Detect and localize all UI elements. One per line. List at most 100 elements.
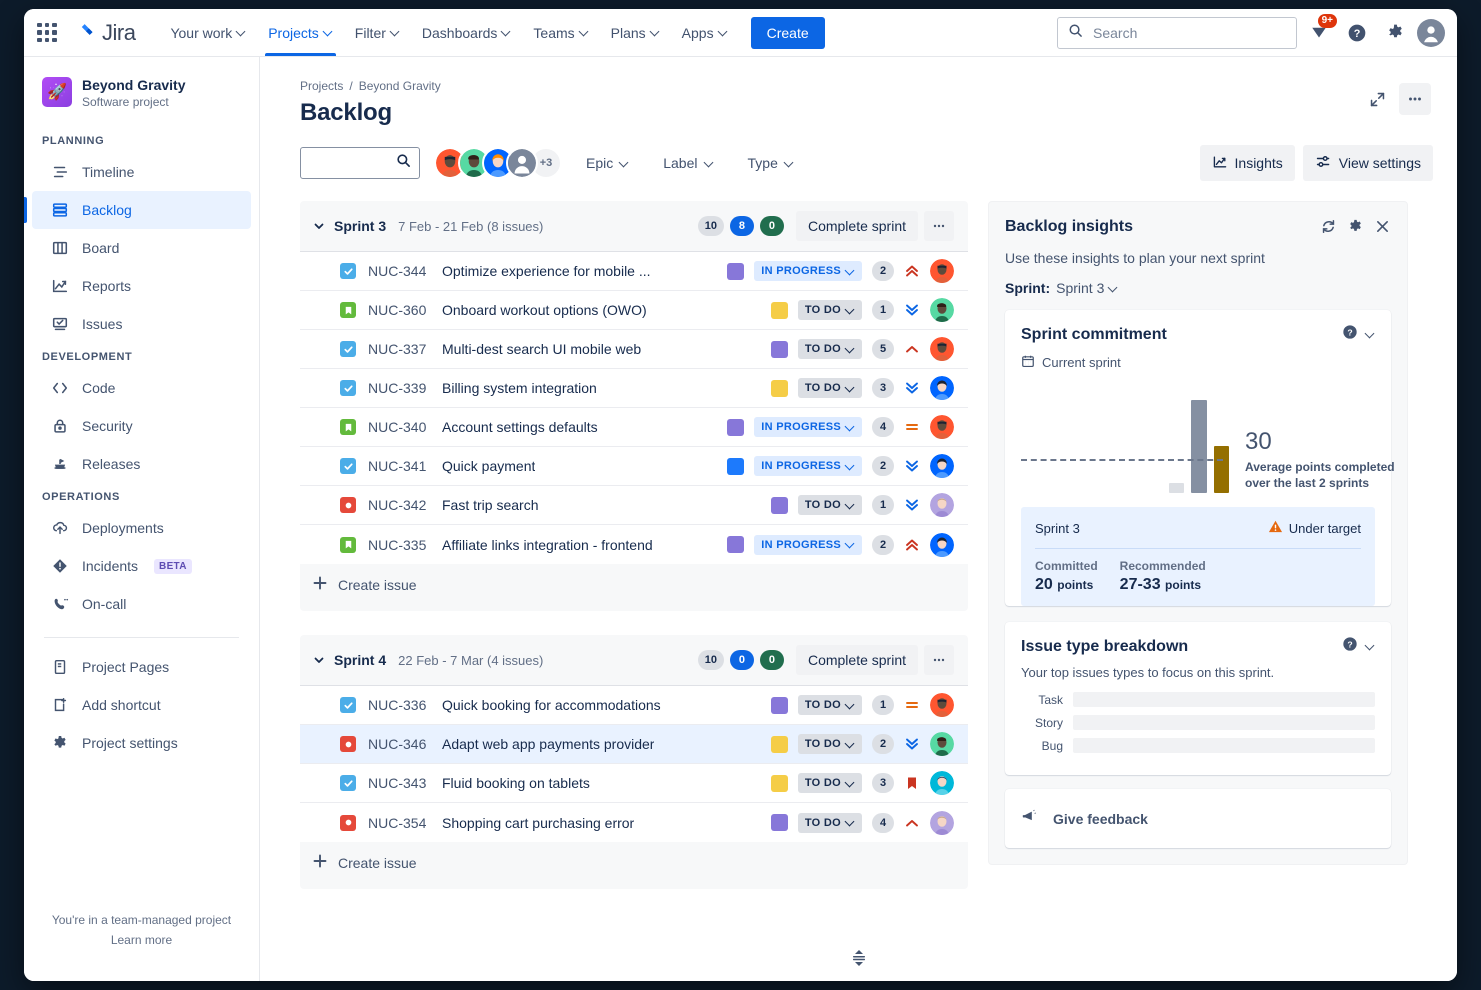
chevron-down-icon[interactable] <box>312 653 326 667</box>
issue-summary[interactable]: Quick payment <box>442 458 535 474</box>
story-points[interactable]: 4 <box>872 813 894 833</box>
sidebar-item-backlog[interactable]: Backlog <box>32 191 251 229</box>
table-row[interactable]: NUC-343 Fluid booking on tablets TO DO 3 <box>300 764 968 803</box>
backlog-search[interactable] <box>300 147 420 179</box>
help-icon[interactable]: ? <box>1342 324 1358 345</box>
issue-key[interactable]: NUC-340 <box>368 419 442 435</box>
issue-key[interactable]: NUC-346 <box>368 736 442 752</box>
epic-chip[interactable] <box>771 697 788 714</box>
status-badge[interactable]: IN PROGRESS <box>754 417 862 437</box>
insights-button[interactable]: Insights <box>1200 145 1295 181</box>
table-row[interactable]: NUC-337 Multi-dest search UI mobile web … <box>300 330 968 369</box>
issue-key[interactable]: NUC-343 <box>368 775 442 791</box>
issue-key[interactable]: NUC-336 <box>368 697 442 713</box>
status-badge[interactable]: TO DO <box>798 734 862 754</box>
breadcrumb-projects[interactable]: Projects <box>300 79 343 93</box>
nav-teams[interactable]: Teams <box>522 9 599 56</box>
status-badge[interactable]: IN PROGRESS <box>754 456 862 476</box>
nav-your-work[interactable]: Your work <box>159 9 257 56</box>
sidebar-item-releases[interactable]: Releases <box>32 445 251 483</box>
issue-summary[interactable]: Quick booking for accommodations <box>442 697 661 713</box>
create-issue-button[interactable]: Create issue <box>300 564 968 605</box>
sidebar-item-oncall[interactable]: On-call <box>32 585 251 623</box>
epic-chip[interactable] <box>771 341 788 358</box>
sidebar-item-timeline[interactable]: Timeline <box>32 153 251 191</box>
sprint-selector-value-group[interactable]: Sprint 3 <box>1056 280 1118 296</box>
story-points[interactable]: 2 <box>872 535 894 555</box>
issue-key[interactable]: NUC-341 <box>368 458 442 474</box>
issue-summary[interactable]: Fluid booking on tablets <box>442 775 590 791</box>
count-inprogress[interactable]: 8 <box>730 216 754 236</box>
table-row[interactable]: NUC-360 Onboard workout options (OWO) TO… <box>300 291 968 330</box>
epic-chip[interactable] <box>771 380 788 397</box>
chevron-down-icon[interactable] <box>1366 641 1375 650</box>
search-input[interactable] <box>1091 24 1286 42</box>
complete-sprint-button[interactable]: Complete sprint <box>796 211 918 241</box>
learn-more-link[interactable]: Learn more <box>24 933 259 947</box>
avatar[interactable] <box>930 376 954 400</box>
nav-filter[interactable]: Filter <box>344 9 411 56</box>
sidebar-item-project-pages[interactable]: Project Pages <box>32 648 251 686</box>
avatar[interactable] <box>930 693 954 717</box>
chevron-down-icon[interactable] <box>312 219 326 233</box>
story-points[interactable]: 5 <box>872 339 894 359</box>
filter-epic[interactable]: Epic <box>576 149 639 177</box>
table-row[interactable]: NUC-336 Quick booking for accommodations… <box>300 686 968 725</box>
issue-summary[interactable]: Shopping cart purchasing error <box>442 815 634 831</box>
status-badge[interactable]: TO DO <box>798 339 862 359</box>
table-row[interactable]: NUC-340 Account settings defaults IN PRO… <box>300 408 968 447</box>
epic-chip[interactable] <box>771 775 788 792</box>
help-button[interactable]: ? <box>1341 17 1373 49</box>
issue-key[interactable]: NUC-339 <box>368 380 442 396</box>
breadcrumb-project[interactable]: Beyond Gravity <box>359 79 441 93</box>
epic-chip[interactable] <box>727 419 744 436</box>
epic-chip[interactable] <box>727 263 744 280</box>
sidebar-item-code[interactable]: Code <box>32 369 251 407</box>
user-avatar[interactable] <box>1417 19 1445 47</box>
status-badge[interactable]: IN PROGRESS <box>754 535 862 555</box>
sidebar-item-incidents[interactable]: Incidents BETA <box>32 547 251 585</box>
sidebar-item-reports[interactable]: Reports <box>32 267 251 305</box>
table-row[interactable]: NUC-344 Optimize experience for mobile .… <box>300 252 968 291</box>
create-button[interactable]: Create <box>751 17 825 49</box>
status-badge[interactable]: IN PROGRESS <box>754 261 862 281</box>
nav-projects[interactable]: Projects <box>257 9 344 56</box>
settings-gear-icon[interactable] <box>1379 17 1411 49</box>
story-points[interactable]: 1 <box>872 495 894 515</box>
issue-key[interactable]: NUC-337 <box>368 341 442 357</box>
status-badge[interactable]: TO DO <box>798 695 862 715</box>
avatar[interactable] <box>506 147 538 179</box>
table-row[interactable]: NUC-346 Adapt web app payments provider … <box>300 725 968 764</box>
avatar[interactable] <box>930 771 954 795</box>
table-row[interactable]: NUC-341 Quick payment IN PROGRESS 2 <box>300 447 968 486</box>
sprint-more-actions-icon[interactable] <box>924 211 954 241</box>
issue-key[interactable]: NUC-354 <box>368 815 442 831</box>
issue-summary[interactable]: Fast trip search <box>442 497 538 513</box>
close-icon[interactable] <box>1374 218 1391 240</box>
give-feedback-button[interactable]: Give feedback <box>1005 789 1391 848</box>
status-badge[interactable]: TO DO <box>798 378 862 398</box>
sidebar-item-issues[interactable]: Issues <box>32 305 251 343</box>
nav-apps[interactable]: Apps <box>671 9 739 56</box>
epic-chip[interactable] <box>771 302 788 319</box>
epic-chip[interactable] <box>771 814 788 831</box>
sprint-more-actions-icon[interactable] <box>924 645 954 675</box>
jira-logo[interactable]: Jira <box>68 20 141 46</box>
story-points[interactable]: 1 <box>872 300 894 320</box>
avatar[interactable] <box>930 415 954 439</box>
filter-label[interactable]: Label <box>653 149 723 177</box>
story-points[interactable]: 4 <box>872 417 894 437</box>
issue-key[interactable]: NUC-344 <box>368 263 442 279</box>
avatar[interactable] <box>930 337 954 361</box>
refresh-icon[interactable] <box>1320 218 1337 240</box>
sidebar-item-project-settings[interactable]: Project settings <box>32 724 251 762</box>
project-header[interactable]: 🚀 Beyond Gravity Software project <box>24 71 259 127</box>
issue-summary[interactable]: Account settings defaults <box>442 419 598 435</box>
avatar[interactable] <box>930 298 954 322</box>
status-badge[interactable]: TO DO <box>798 813 862 833</box>
issue-summary[interactable]: Multi-dest search UI mobile web <box>442 341 641 357</box>
count-done[interactable]: 0 <box>760 216 784 236</box>
issue-summary[interactable]: Optimize experience for mobile ... <box>442 263 651 279</box>
issue-key[interactable]: NUC-360 <box>368 302 442 318</box>
avatar[interactable] <box>930 811 954 835</box>
